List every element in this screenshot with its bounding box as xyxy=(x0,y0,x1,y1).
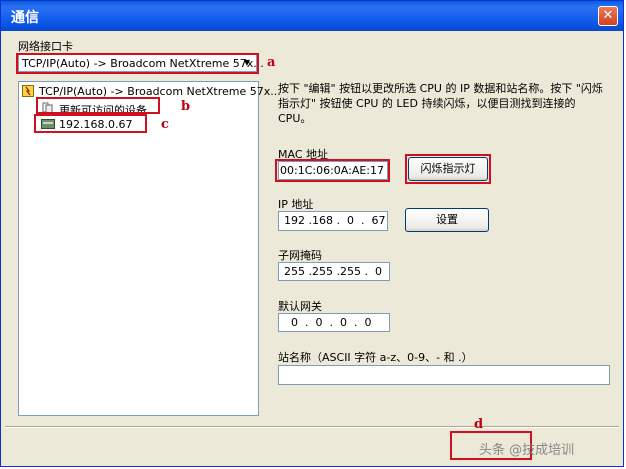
network-icon xyxy=(22,85,34,97)
highlight-box-b xyxy=(36,97,160,114)
title-bar[interactable]: 通信 ✕ xyxy=(1,1,623,31)
highlight-box-c xyxy=(34,114,147,133)
subnet-label: 子网掩码 xyxy=(278,249,322,262)
ip-label: IP 地址 xyxy=(278,198,314,211)
set-button[interactable]: 设置 xyxy=(405,208,489,232)
annotation-c: c xyxy=(161,117,169,132)
annotation-a: a xyxy=(267,55,276,70)
close-icon: ✕ xyxy=(602,8,614,23)
subnet-mask-field[interactable]: 255 .255 .255 . 0 xyxy=(278,262,390,281)
station-name-field[interactable] xyxy=(278,365,610,385)
annotation-d: d xyxy=(474,417,484,432)
window-title: 通信 xyxy=(11,10,39,26)
ip-address-field[interactable]: 192 .168 . 0 . 67 xyxy=(278,211,388,231)
footer-separator xyxy=(5,426,619,428)
close-button[interactable]: ✕ xyxy=(598,6,618,26)
watermark: 头条 @技成培训 xyxy=(479,443,575,458)
communication-dialog: 通信 ✕ 网络接口卡 TCP/IP(Auto) -> Broadcom NetX… xyxy=(0,0,624,467)
highlight-box-blink xyxy=(405,154,491,184)
default-gateway-field[interactable]: 0 . 0 . 0 . 0 xyxy=(278,313,390,332)
interface-label: 网络接口卡 xyxy=(18,40,73,53)
instructions-text: 按下 "编辑" 按钮以更改所选 CPU 的 IP 数据和站名称。按下 "闪烁指示… xyxy=(278,82,603,125)
highlight-box-mac xyxy=(275,159,390,182)
station-name-label: 站名称（ASCII 字符 a-z、0-9、- 和 .） xyxy=(278,351,473,364)
annotation-b: b xyxy=(181,99,191,114)
gateway-label: 默认网关 xyxy=(278,300,322,313)
highlight-box-a xyxy=(16,53,259,74)
